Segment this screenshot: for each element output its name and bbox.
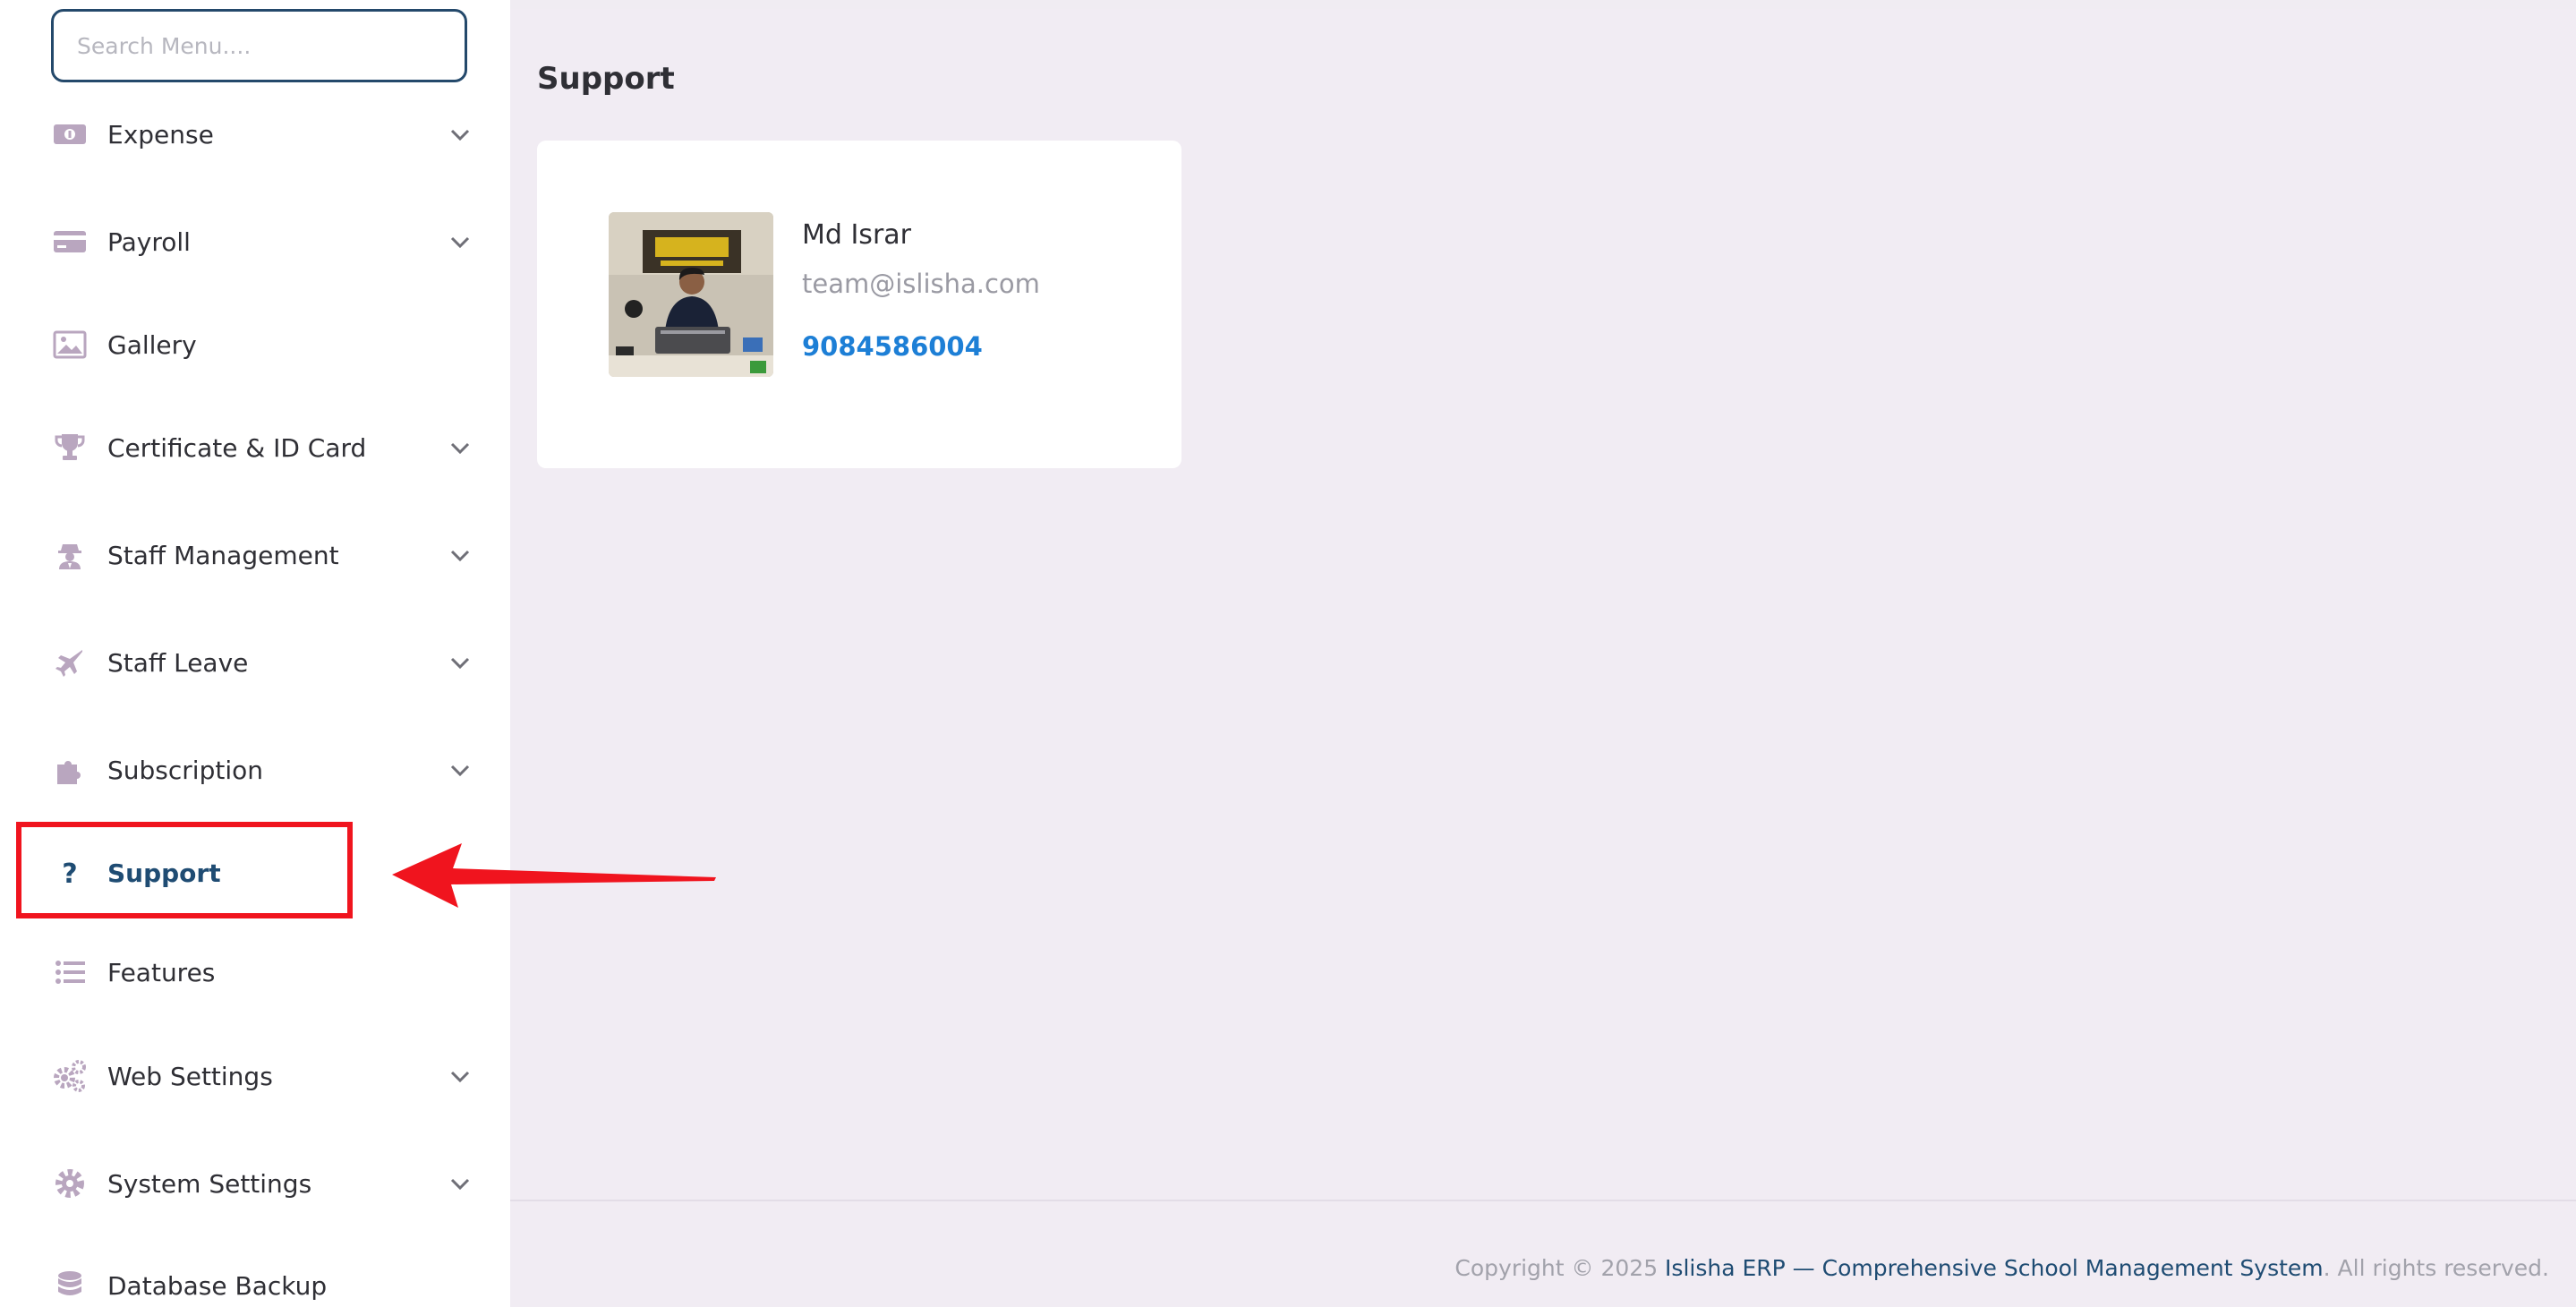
sidebar-item-system-settings[interactable]: System Settings (27, 1148, 483, 1219)
contact-email: team@islisha.com (802, 269, 1040, 299)
contact-phone-link[interactable]: 9084586004 (802, 331, 983, 362)
footer: Copyright © 2025 Islisha ERP — Comprehen… (1454, 1255, 2549, 1281)
sidebar-item-label: Certificate & ID Card (107, 432, 367, 463)
sidebar-item-certificate[interactable]: Certificate & ID Card (27, 412, 483, 483)
sidebar-item-label: System Settings (107, 1168, 312, 1199)
sidebar-item-expense[interactable]: Expense (27, 98, 483, 170)
credit-card-icon (52, 224, 88, 260)
footer-rights: . All rights reserved. (2323, 1255, 2549, 1281)
search-menu-input[interactable] (54, 32, 465, 59)
sidebar-item-web-settings[interactable]: Web Settings (27, 1040, 483, 1112)
footer-copyright: Copyright © 2025 (1454, 1255, 1666, 1281)
plane-icon (52, 645, 88, 680)
puzzle-icon (52, 752, 88, 788)
trophy-icon (52, 430, 88, 466)
sidebar-item-label: Database Backup (107, 1270, 328, 1301)
sidebar: Expense Payroll Gallery Certificate & ID… (0, 0, 510, 1307)
sidebar-item-label: Payroll (107, 226, 191, 257)
money-bill-icon (52, 116, 88, 152)
chevron-down-icon[interactable] (446, 433, 474, 462)
footer-divider (510, 1200, 2576, 1201)
chevron-down-icon[interactable] (446, 120, 474, 149)
sidebar-item-subscription[interactable]: Subscription (27, 734, 483, 806)
chevron-down-icon[interactable] (446, 756, 474, 784)
gear-icon (52, 1166, 88, 1201)
sidebar-item-staff-management[interactable]: Staff Management (27, 519, 483, 591)
sidebar-item-gallery[interactable]: Gallery (27, 309, 483, 380)
page-title: Support (537, 61, 675, 97)
sidebar-item-label: Web Settings (107, 1061, 273, 1091)
user-secret-icon (52, 537, 88, 573)
sidebar-item-database-backup[interactable]: Database Backup (27, 1250, 483, 1307)
cogs-icon (52, 1058, 88, 1094)
chevron-down-icon[interactable] (446, 648, 474, 677)
avatar (609, 212, 773, 377)
sidebar-item-payroll[interactable]: Payroll (27, 206, 483, 278)
sidebar-item-label: Staff Leave (107, 647, 249, 678)
list-icon (52, 954, 88, 990)
database-icon (52, 1268, 88, 1303)
sidebar-item-staff-leave[interactable]: Staff Leave (27, 627, 483, 698)
sidebar-item-label: Expense (107, 119, 214, 149)
main-content: Support Md Israr team@islisha.com 908458… (510, 9, 2576, 1307)
sidebar-item-label: Gallery (107, 329, 197, 360)
chevron-down-icon[interactable] (446, 1169, 474, 1198)
chevron-down-icon[interactable] (446, 1062, 474, 1090)
annotation-arrow-icon (392, 843, 716, 908)
sidebar-item-label: Features (107, 957, 216, 987)
search-box[interactable] (51, 9, 467, 82)
footer-link[interactable]: Islisha ERP — Comprehensive School Manag… (1665, 1255, 2324, 1281)
chevron-down-icon[interactable] (446, 541, 474, 569)
sidebar-item-label: Staff Management (107, 540, 339, 570)
sidebar-item-features[interactable]: Features (27, 936, 483, 1008)
sidebar-item-label: Subscription (107, 755, 263, 785)
chevron-down-icon[interactable] (446, 227, 474, 256)
support-contact-card: Md Israr team@islisha.com 9084586004 (537, 141, 1181, 468)
image-icon (52, 327, 88, 363)
annotation-highlight-box (16, 822, 353, 918)
contact-name: Md Israr (802, 219, 911, 251)
